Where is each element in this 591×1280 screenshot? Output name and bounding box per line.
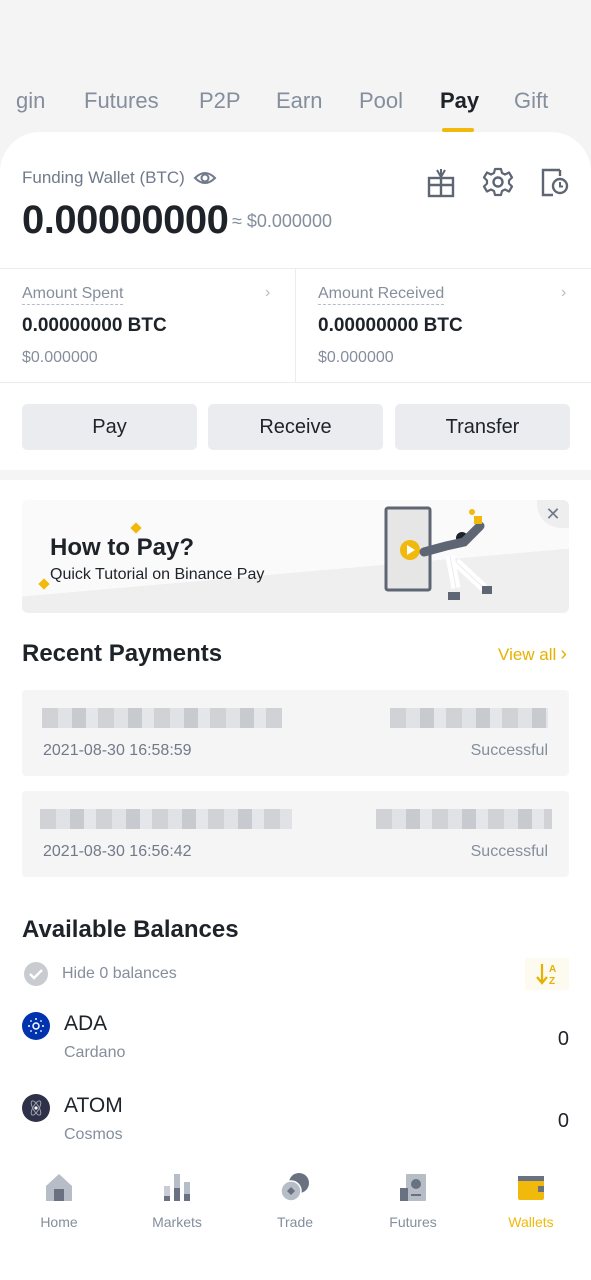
svg-text:Z: Z <box>549 976 555 987</box>
sort-az-button[interactable]: A Z <box>525 958 569 990</box>
home-icon <box>46 1174 72 1201</box>
coin-amount: 0 <box>557 1028 569 1050</box>
payment-date: 2021-08-30 16:56:42 <box>43 843 192 860</box>
coin-symbol: ADA <box>64 1012 108 1035</box>
nav-label: Trade <box>276 1214 314 1230</box>
sort-az-icon: A Z <box>536 964 556 987</box>
nav-home[interactable]: Home <box>9 1172 109 1230</box>
amount-spent-card[interactable]: Amount Spent 0.00000000 BTC $0.000000 <box>22 284 167 367</box>
payment-status: Successful <box>470 843 548 860</box>
pay-button[interactable]: Pay <box>22 404 197 450</box>
sparkle-decoration <box>130 522 142 534</box>
amount-spent-label: Amount Spent <box>22 284 124 305</box>
nav-label: Wallets <box>508 1214 554 1230</box>
status-bar-area <box>0 0 591 72</box>
nav-label: Markets <box>152 1214 202 1230</box>
eye-icon[interactable] <box>193 169 217 187</box>
banner-title: How to Pay? <box>50 534 195 561</box>
trade-icon <box>280 1173 309 1202</box>
wallet-balance: 0.00000000 <box>22 198 229 242</box>
payment-status: Successful <box>470 742 548 759</box>
nav-label: Futures <box>389 1214 437 1230</box>
checkmark-icon[interactable] <box>24 962 48 986</box>
amount-received-value: 0.00000000 BTC <box>318 315 463 336</box>
transfer-button[interactable]: Transfer <box>395 404 570 450</box>
redacted-amount <box>390 708 548 728</box>
section-separator <box>0 470 591 480</box>
tab-gift[interactable]: Gift <box>514 88 548 114</box>
wallet-icon <box>518 1176 544 1200</box>
sparkle-decoration <box>38 578 50 590</box>
chevron-right-icon[interactable]: › <box>561 284 566 302</box>
banner-subtitle: Quick Tutorial on Binance Pay <box>50 566 265 583</box>
tab-margin[interactable]: gin <box>16 88 45 114</box>
coin-row-ada[interactable]: ADA Cardano 0 <box>22 1012 569 1072</box>
payment-date: 2021-08-30 16:58:59 <box>43 742 192 759</box>
tab-earn[interactable]: Earn <box>276 88 322 114</box>
amount-spent-usd: $0.000000 <box>22 349 98 366</box>
markets-icon <box>164 1174 190 1201</box>
divider <box>295 269 296 382</box>
coin-amount: 0 <box>557 1110 569 1132</box>
gift-icon[interactable] <box>425 166 457 198</box>
product-tabs: gin Futures P2P Earn Pool Pay Gift <box>0 78 591 138</box>
gear-icon[interactable] <box>482 166 514 198</box>
hide-zero-balances-toggle[interactable]: Hide 0 balances <box>24 962 177 986</box>
bottom-navigation: Home Markets Trade Futures Wallets <box>0 1160 591 1280</box>
how-to-pay-banner[interactable]: How to Pay? Quick Tutorial on Binance Pa… <box>22 500 569 613</box>
amount-received-card[interactable]: Amount Received 0.00000000 BTC $0.000000 <box>318 284 463 367</box>
close-banner-button[interactable]: ✕ <box>537 500 569 528</box>
tab-p2p[interactable]: P2P <box>199 88 241 114</box>
svg-text:A: A <box>549 964 556 975</box>
nav-trade[interactable]: Trade <box>245 1172 345 1230</box>
nav-futures[interactable]: Futures <box>363 1172 463 1230</box>
tab-pay[interactable]: Pay <box>440 88 479 114</box>
coin-row-atom[interactable]: ATOM Cosmos 0 <box>22 1094 569 1154</box>
amount-spent-value: 0.00000000 BTC <box>22 315 167 336</box>
view-all-label: View all <box>498 644 557 664</box>
redacted-payee <box>40 809 292 829</box>
atom-logo-icon <box>22 1094 50 1122</box>
payment-row[interactable]: 2021-08-30 16:56:42 Successful <box>22 791 569 877</box>
chevron-right-icon[interactable]: › <box>265 284 270 302</box>
hide-zero-label: Hide 0 balances <box>62 965 177 982</box>
wallet-balance-usd: ≈ $0.000000 <box>232 211 332 231</box>
wallet-label-text: Funding Wallet (BTC) <box>22 168 185 187</box>
history-icon[interactable] <box>538 166 570 198</box>
recent-payments-title: Recent Payments <box>22 640 223 667</box>
coin-name: Cardano <box>64 1044 126 1061</box>
ada-logo-icon <box>22 1012 50 1040</box>
receive-button[interactable]: Receive <box>208 404 383 450</box>
amount-received-label: Amount Received <box>318 284 445 305</box>
divider <box>0 382 591 383</box>
tab-pool[interactable]: Pool <box>359 88 403 114</box>
nav-label: Home <box>40 1214 78 1230</box>
redacted-amount <box>376 809 552 829</box>
tab-futures[interactable]: Futures <box>84 88 159 114</box>
chevron-right-icon: › <box>560 643 567 665</box>
payment-row[interactable]: 2021-08-30 16:58:59 Successful <box>22 690 569 776</box>
nav-wallets[interactable]: Wallets <box>481 1172 581 1230</box>
available-balances-title: Available Balances <box>22 916 239 943</box>
view-all-link[interactable]: View all › <box>498 643 567 666</box>
wallet-label: Funding Wallet (BTC) <box>22 168 217 188</box>
redacted-payee <box>42 708 282 728</box>
amount-received-usd: $0.000000 <box>318 349 394 366</box>
coin-name: Cosmos <box>64 1126 123 1143</box>
futures-icon <box>400 1174 426 1201</box>
nav-markets[interactable]: Markets <box>127 1172 227 1230</box>
coin-symbol: ATOM <box>64 1094 123 1117</box>
tutorial-illustration <box>384 506 492 600</box>
